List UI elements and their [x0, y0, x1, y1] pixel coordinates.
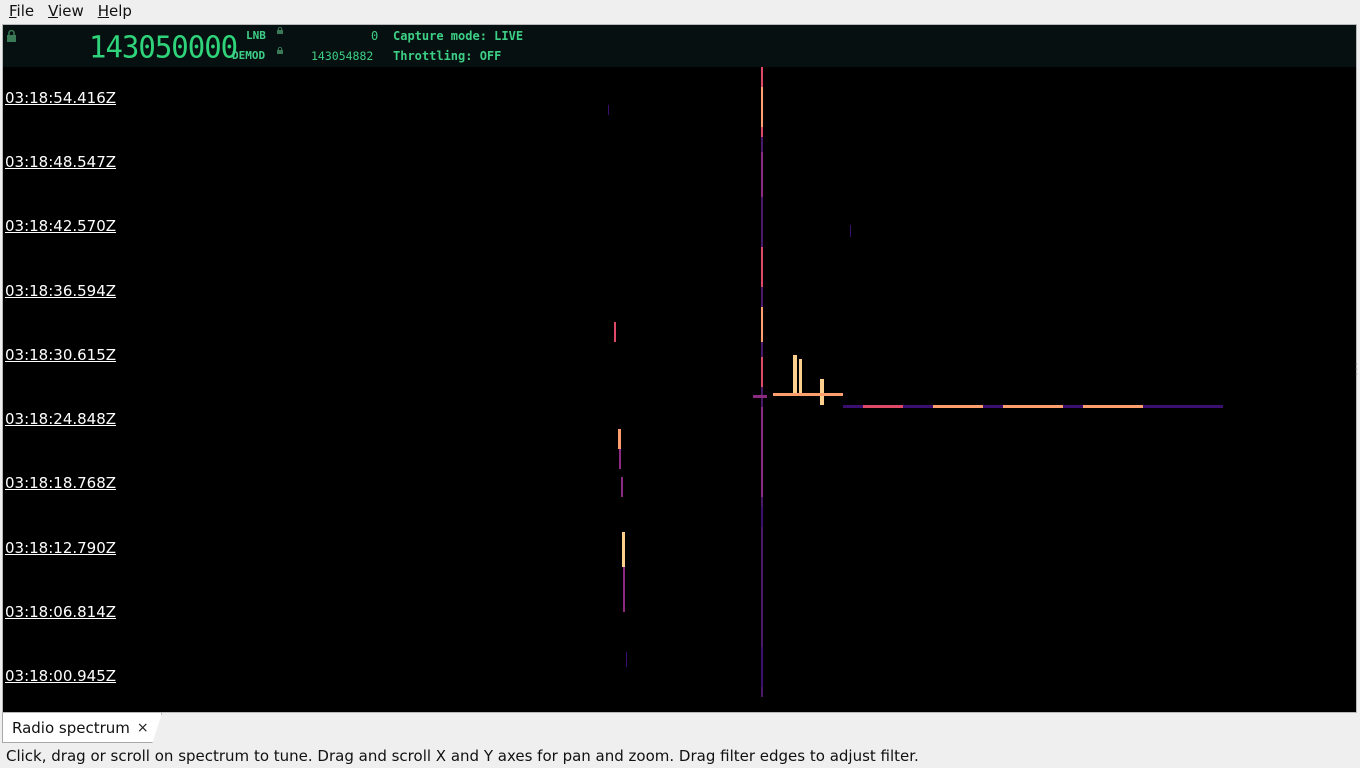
frequency-info-bar: 143050000 LNB 0 DEMOD 143054882 Capture … — [3, 25, 1356, 67]
timestamp-label[interactable]: 03:18:24.848Z — [5, 410, 116, 428]
splitter-handle[interactable] — [1355, 362, 1358, 376]
lnb-lock-icon[interactable] — [277, 27, 283, 34]
timestamp-label[interactable]: 03:18:36.594Z — [5, 282, 116, 300]
signal-burst — [753, 355, 1223, 408]
timestamp-label[interactable]: 03:18:54.416Z — [5, 89, 116, 107]
waterfall-canvas[interactable] — [3, 67, 1356, 713]
demod-value[interactable]: 143054882 — [311, 49, 373, 63]
lock-icon[interactable] — [6, 30, 17, 42]
lnb-label: LNB — [246, 29, 266, 42]
tab-bar: Radio spectrum × — [0, 713, 1360, 743]
timestamp-label[interactable]: 03:18:48.547Z — [5, 153, 116, 171]
tab-radio-spectrum[interactable]: Radio spectrum × — [2, 713, 162, 743]
drift-trace — [608, 105, 851, 667]
carrier-trace — [761, 67, 763, 697]
timestamp-label[interactable]: 03:18:30.615Z — [5, 346, 116, 364]
menu-help[interactable]: Help — [89, 0, 137, 22]
timestamp-label[interactable]: 03:18:42.570Z — [5, 217, 116, 235]
demod-lock-icon[interactable] — [277, 47, 283, 54]
lnb-value[interactable]: 0 — [371, 29, 378, 43]
timestamp-label[interactable]: 03:18:06.814Z — [5, 603, 116, 621]
demod-label: DEMOD — [232, 49, 266, 62]
main-frequency-display[interactable]: 143050000 — [89, 29, 238, 65]
tab-label: Radio spectrum — [12, 718, 130, 737]
timestamp-label[interactable]: 03:18:18.768Z — [5, 474, 116, 492]
menubar: File View Help — [0, 0, 1360, 22]
menu-file[interactable]: File — [0, 0, 39, 22]
menu-view[interactable]: View — [39, 0, 89, 22]
throttling-status: Throttling: OFF — [393, 49, 502, 63]
waterfall-display[interactable]: 03:18:54.416Z 03:18:48.547Z 03:18:42.570… — [3, 67, 1356, 713]
capture-mode-status: Capture mode: LIVE — [393, 29, 524, 43]
close-icon[interactable]: × — [137, 720, 149, 736]
status-hint: Click, drag or scroll on spectrum to tun… — [6, 747, 919, 765]
timestamp-label[interactable]: 03:18:00.945Z — [5, 667, 116, 685]
spectrum-view[interactable]: 143050000 LNB 0 DEMOD 143054882 Capture … — [2, 24, 1357, 713]
timestamp-label[interactable]: 03:18:12.790Z — [5, 539, 116, 557]
